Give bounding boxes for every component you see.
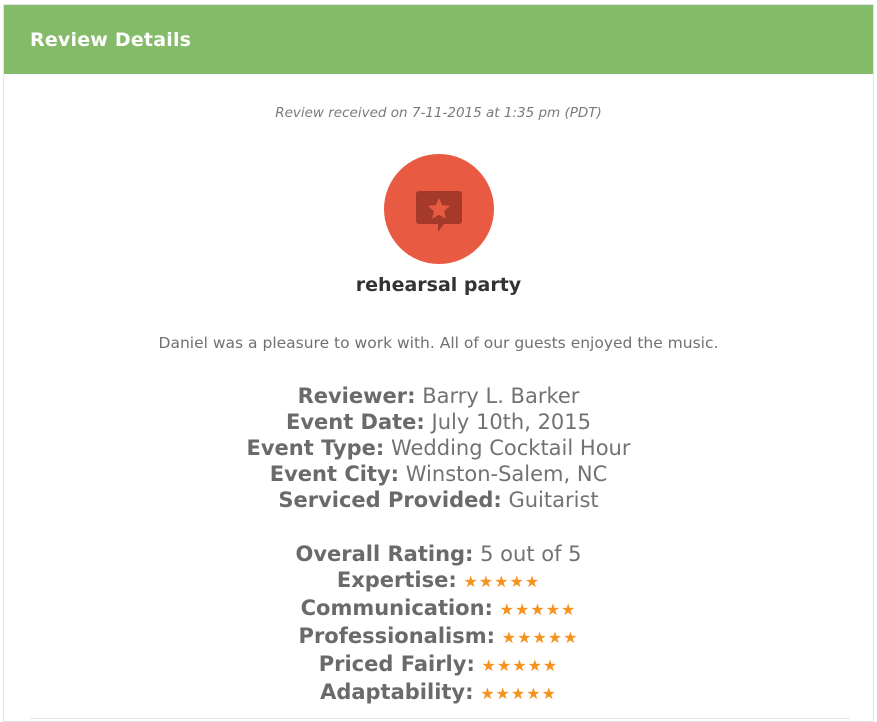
rating-expertise-label: Expertise: — [336, 568, 457, 592]
event-date-row: Event Date: July 10th, 2015 — [4, 409, 873, 435]
star-speech-bubble-icon — [416, 191, 462, 232]
reviewer-row: Reviewer: Barry L. Barker — [4, 383, 873, 409]
panel-header: Review Details — [4, 5, 873, 74]
service-provided-row: Serviced Provided: Guitarist — [4, 487, 873, 513]
reviewer-value: Barry L. Barker — [422, 384, 580, 408]
rating-expertise-stars: ★★★★★ — [463, 572, 541, 591]
rating-adaptability-stars: ★★★★★ — [480, 684, 557, 703]
review-title: rehearsal party — [355, 274, 522, 296]
reviewer-label: Reviewer: — [297, 384, 416, 408]
rating-priced-fairly-stars: ★★★★★ — [481, 656, 559, 675]
event-type-row: Event Type: Wedding Cocktail Hour — [4, 435, 873, 461]
rating-communication-label: Communication: — [300, 596, 493, 620]
review-comment: Daniel was a pleasure to work with. All … — [158, 334, 719, 352]
rating-professionalism-stars: ★★★★★ — [501, 628, 579, 647]
event-city-row: Event City: Winston-Salem, NC — [4, 461, 873, 487]
event-date-label: Event Date: — [285, 410, 425, 434]
rating-priced-fairly-row: Priced Fairly: ★★★★★ — [4, 651, 873, 679]
rating-adaptability-row: Adaptability: ★★★★★ — [4, 679, 873, 707]
rating-professionalism-label: Professionalism: — [298, 624, 496, 648]
rating-priced-fairly-label: Priced Fairly: — [318, 652, 475, 676]
review-details-panel: Review Details Review received on 7-11-2… — [3, 4, 874, 722]
event-type-value: Wedding Cocktail Hour — [390, 436, 631, 460]
rating-professionalism-row: Professionalism: ★★★★★ — [4, 623, 873, 651]
rating-expertise-row: Expertise: ★★★★★ — [4, 567, 873, 595]
overall-rating-value: 5 out of 5 — [480, 542, 582, 566]
review-badge — [384, 154, 494, 264]
event-city-value: Winston-Salem, NC — [405, 462, 608, 486]
panel-title: Review Details — [30, 28, 192, 51]
ratings-list: Overall Rating: 5 out of 5 Expertise: ★★… — [4, 541, 873, 707]
review-details-list: Reviewer: Barry L. Barker Event Date: Ju… — [4, 383, 873, 513]
service-provided-label: Serviced Provided: — [278, 488, 502, 512]
bottom-divider — [30, 718, 850, 719]
service-provided-value: Guitarist — [508, 488, 599, 512]
rating-communication-row: Communication: ★★★★★ — [4, 595, 873, 623]
overall-rating-label: Overall Rating: — [295, 542, 474, 566]
event-date-value: July 10th, 2015 — [431, 410, 592, 434]
overall-rating-row: Overall Rating: 5 out of 5 — [4, 541, 873, 567]
event-type-label: Event Type: — [246, 436, 385, 460]
review-received-timestamp: Review received on 7-11-2015 at 1:35 pm … — [275, 105, 602, 121]
event-city-label: Event City: — [269, 462, 400, 486]
rating-adaptability-label: Adaptability: — [320, 680, 474, 704]
rating-communication-stars: ★★★★★ — [499, 600, 577, 619]
